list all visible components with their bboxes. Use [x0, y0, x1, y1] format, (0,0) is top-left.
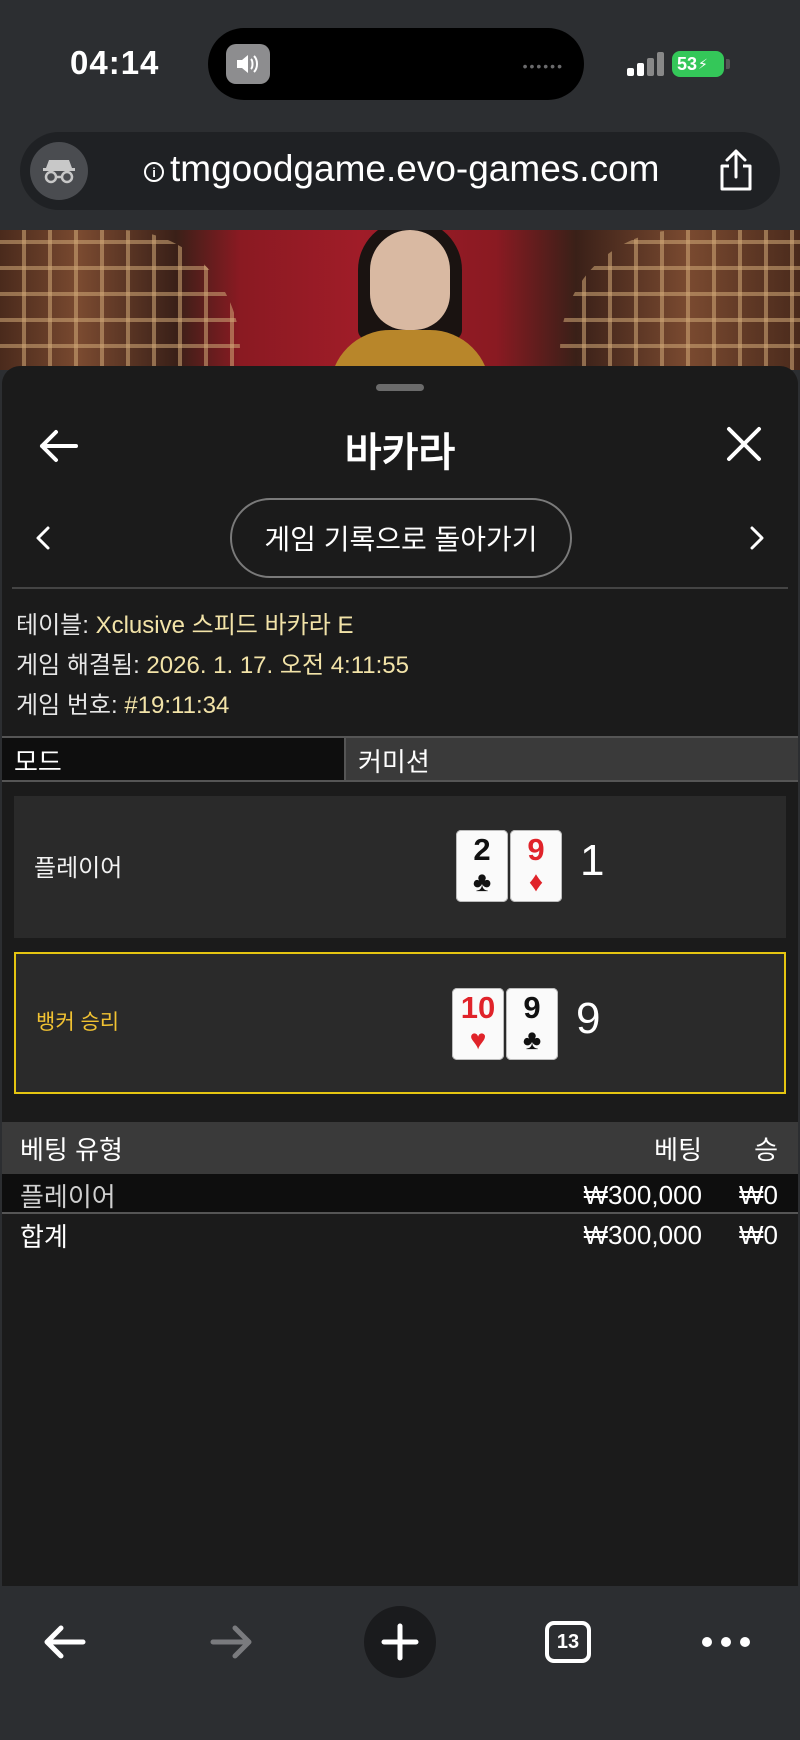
- playing-card: 9 ♦: [510, 830, 562, 902]
- game-meta: 테이블: Xclusive 스피드 바카라 E 게임 해결됨: 2026. 1.…: [16, 606, 409, 726]
- banker-hand: 뱅커 승리 10 ♥ 9 ♣ 9: [14, 952, 786, 1094]
- back-to-history-button[interactable]: 게임 기록으로 돌아가기: [230, 498, 572, 578]
- resolved-value: 2026. 1. 17. 오전 4:11:55: [146, 652, 409, 679]
- player-hand: 플레이어 2 ♣ 9 ♦ 1: [14, 796, 786, 938]
- table-header: 베팅 유형 베팅 승: [2, 1122, 798, 1174]
- table-label: 테이블:: [16, 612, 89, 639]
- more-options-icon[interactable]: [690, 1606, 762, 1678]
- battery-level: 53: [677, 53, 698, 74]
- table-row: 플레이어 ₩300,000 ₩0: [2, 1174, 798, 1214]
- banker-hand-label: 뱅커 승리: [36, 1011, 120, 1034]
- column-header-bet-type: 베팅 유형: [20, 1135, 123, 1165]
- site-info-icon[interactable]: i: [144, 162, 164, 182]
- total-label: 합계: [20, 1222, 68, 1252]
- game-detail-panel: 바카라 게임 기록으로 돌아가기 테이블: Xclusive 스피드 바카라 E…: [2, 366, 798, 1586]
- table-total-row: 합계 ₩300,000 ₩0: [2, 1214, 798, 1254]
- tab-count: 13: [545, 1621, 591, 1663]
- share-icon[interactable]: [716, 148, 756, 192]
- playing-card: 10 ♥: [452, 988, 504, 1060]
- card-rank: 10: [460, 990, 496, 1025]
- banker-score: 9: [576, 994, 601, 1043]
- panel-header: 바카라: [2, 406, 798, 486]
- mode-row: 모드 커미션: [2, 736, 798, 782]
- chevron-right-icon[interactable]: [744, 520, 768, 556]
- card-suit: ♥: [469, 1024, 487, 1055]
- playing-card: 2 ♣: [456, 830, 508, 902]
- live-dealer-video: [0, 230, 800, 370]
- chevron-left-icon[interactable]: [32, 520, 56, 556]
- resolved-label: 게임 해결됨:: [16, 652, 140, 679]
- mode-label: 모드: [2, 738, 346, 780]
- status-bar: 04:14 •••••• 53 ⚡: [0, 0, 800, 128]
- url-text[interactable]: tmgoodgame.evo-games.com: [170, 148, 659, 190]
- charging-icon: ⚡: [698, 55, 708, 72]
- total-win: ₩0: [739, 1220, 778, 1250]
- bet-amount-cell: ₩300,000: [583, 1180, 702, 1210]
- bets-table: 베팅 유형 베팅 승 플레이어 ₩300,000 ₩0 합계 ₩300,000 …: [2, 1122, 798, 1254]
- battery-indicator: 53 ⚡: [672, 51, 730, 77]
- total-bet: ₩300,000: [583, 1220, 702, 1250]
- card-rank: 9: [527, 832, 545, 867]
- bet-type-cell: 플레이어: [20, 1182, 116, 1212]
- card-suit: ♣: [522, 1024, 542, 1055]
- mode-value: 커미션: [346, 738, 798, 780]
- column-header-win: 승: [754, 1135, 778, 1165]
- cellular-signal-icon: [627, 52, 667, 76]
- forward-arrow-icon[interactable]: [196, 1606, 268, 1678]
- tabs-button[interactable]: 13: [532, 1606, 604, 1678]
- divider: [12, 587, 788, 589]
- game-number-value: #19:11:34: [124, 692, 230, 719]
- incognito-icon[interactable]: [30, 142, 88, 200]
- card-suit: ♦: [528, 866, 544, 897]
- table-value: Xclusive 스피드 바카라 E: [95, 612, 354, 639]
- card-suit: ♣: [472, 866, 492, 897]
- dynamic-island: ••••••: [208, 28, 584, 100]
- player-hand-label: 플레이어: [34, 855, 123, 882]
- column-header-bet: 베팅: [654, 1135, 702, 1165]
- win-amount-cell: ₩0: [739, 1180, 778, 1210]
- card-rank: 2: [473, 832, 491, 867]
- back-arrow-icon[interactable]: [28, 1606, 100, 1678]
- address-bar[interactable]: i tmgoodgame.evo-games.com: [20, 132, 780, 210]
- history-navigation: 게임 기록으로 돌아가기: [2, 496, 798, 580]
- status-time: 04:14: [70, 44, 160, 81]
- activity-dots: ••••••: [522, 58, 564, 74]
- browser-toolbar: 13: [0, 1586, 800, 1740]
- sheet-grabber[interactable]: [376, 384, 424, 391]
- player-score: 1: [580, 836, 605, 885]
- playing-card: 9 ♣: [506, 988, 558, 1060]
- speaker-icon: [226, 44, 270, 84]
- new-tab-button[interactable]: [364, 1606, 436, 1678]
- close-icon[interactable]: [724, 424, 764, 464]
- card-rank: 9: [523, 990, 541, 1025]
- page-title: 바카라: [344, 431, 456, 475]
- game-number-label: 게임 번호:: [16, 692, 118, 719]
